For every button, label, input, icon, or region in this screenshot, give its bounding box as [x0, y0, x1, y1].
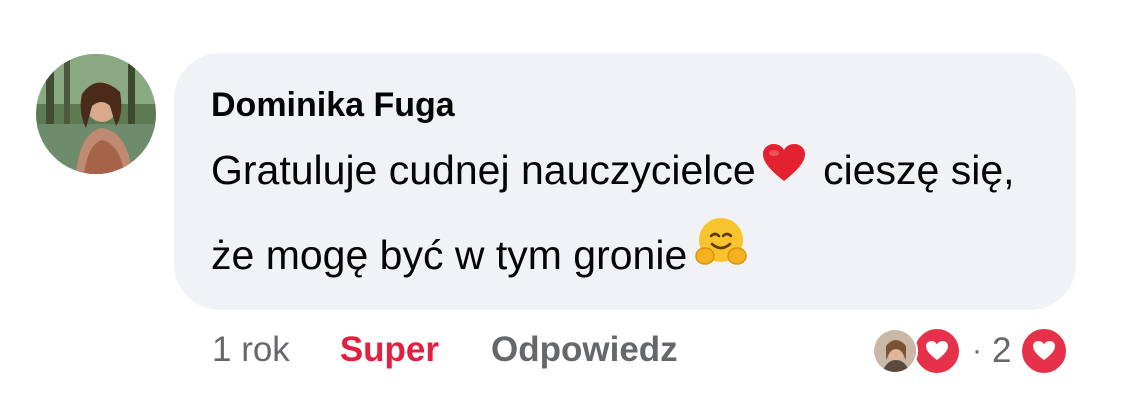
- reactor-avatar: [872, 328, 918, 374]
- comment-text: Gratuluje cudnej nauczycielce cieszę się…: [211, 129, 1036, 299]
- love-reaction-icon: [912, 326, 962, 376]
- comment-text-part1: Gratuluje cudnej nauczycielce: [211, 147, 756, 193]
- reaction-count: 2: [992, 331, 1012, 370]
- love-reaction-badge-icon: [1019, 326, 1070, 376]
- comment-author-name[interactable]: Dominika Fuga: [211, 85, 1036, 125]
- author-avatar[interactable]: [36, 54, 156, 174]
- comment-bubble: Dominika Fuga Gratuluje cudnej nauczycie…: [174, 53, 1076, 310]
- red-heart-icon: [762, 128, 806, 210]
- react-button[interactable]: Super: [340, 330, 439, 370]
- hugging-face-icon: [693, 213, 749, 295]
- comment-timestamp[interactable]: 1 rok: [212, 330, 290, 370]
- reaction-separator: ·: [972, 334, 982, 367]
- reply-button[interactable]: Odpowiedz: [491, 330, 678, 370]
- reaction-summary[interactable]: · 2: [872, 326, 1070, 376]
- comment-actions: 1 rok Super Odpowiedz: [212, 322, 678, 378]
